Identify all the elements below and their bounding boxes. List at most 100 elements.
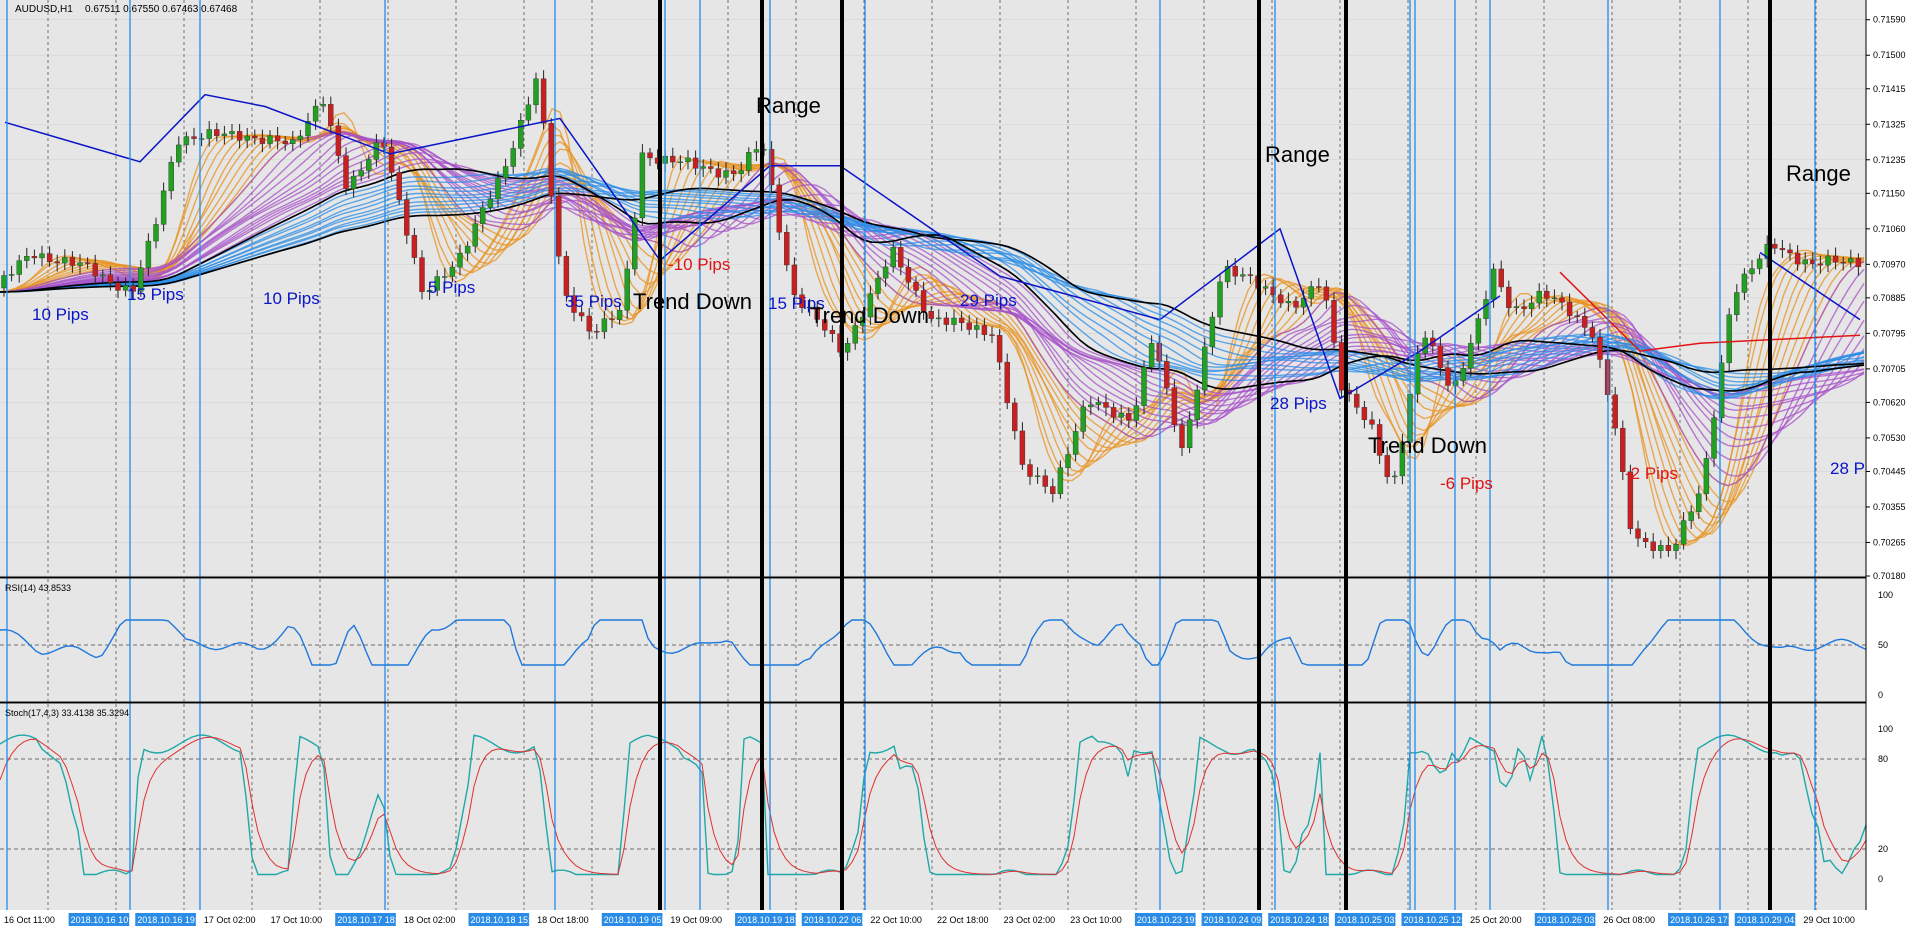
candle-body xyxy=(1528,302,1535,309)
candle-body xyxy=(1855,258,1862,268)
candle-body xyxy=(1133,405,1140,421)
candle-body xyxy=(898,247,904,268)
candle-body xyxy=(244,135,250,141)
candle-body xyxy=(1726,314,1732,364)
candle-body xyxy=(1749,268,1755,275)
time-tick-label: 19 Oct 09:00 xyxy=(670,915,722,925)
candle-body xyxy=(1308,286,1314,299)
time-tick-label: 22 Oct 10:00 xyxy=(870,915,922,925)
rsi-panel-background xyxy=(0,579,1866,701)
candle-body xyxy=(480,207,486,224)
price-tick-label: 0.70530 xyxy=(1873,433,1906,443)
candle-body xyxy=(1095,402,1102,406)
time-tick-label: 18 Oct 18:00 xyxy=(537,915,589,925)
candle-body xyxy=(1680,520,1687,545)
candle-body xyxy=(1126,413,1132,421)
time-tick-label: 2018.10.16 19:00 xyxy=(137,915,207,925)
candle-body xyxy=(396,172,402,200)
chart-annotation: 10 Pips xyxy=(32,305,89,324)
candle-body xyxy=(419,257,425,292)
candle-body xyxy=(77,262,83,266)
candle-body xyxy=(1110,407,1117,418)
candle-body xyxy=(738,170,744,175)
trading-chart[interactable]: 10 Pips 15 Pips 10 Pips 5 Pips 35 Pips -10 Pi… xyxy=(0,0,1914,936)
candle-body xyxy=(616,310,623,320)
candle-body xyxy=(1057,467,1064,495)
price-tick-label: 0.70885 xyxy=(1873,293,1906,303)
candle-body xyxy=(1065,454,1071,468)
candle-body xyxy=(8,274,15,276)
candle-body xyxy=(1772,243,1778,249)
candle-body xyxy=(1445,367,1451,386)
candle-body xyxy=(464,245,471,254)
chart-annotation: Range xyxy=(1786,161,1851,186)
candle-body xyxy=(958,317,965,323)
chart-annotation: 28 Pips xyxy=(1270,394,1327,413)
candle-body xyxy=(784,232,790,266)
candle-body xyxy=(1779,248,1786,251)
stoch-label: Stoch(17,4,3) 33.4138 35.3294 xyxy=(5,708,129,718)
candle-body xyxy=(943,317,950,325)
candle-body xyxy=(46,253,53,263)
chart-annotation: 35 Pips xyxy=(565,292,622,311)
candle-body xyxy=(586,315,592,332)
candle-body xyxy=(951,317,957,325)
candle-body xyxy=(1559,297,1565,303)
candle-body xyxy=(1232,265,1238,277)
candle-body xyxy=(214,129,220,136)
candle-body xyxy=(145,240,152,268)
candle-body xyxy=(974,325,980,330)
time-tick-label: 2018.10.24 09:00 xyxy=(1204,915,1274,925)
candle-body xyxy=(518,119,524,149)
candle-body xyxy=(556,195,562,257)
candle-body xyxy=(1202,346,1208,391)
rsi-tick-label: 0 xyxy=(1878,690,1883,700)
price-tick-label: 0.70970 xyxy=(1873,259,1906,269)
time-tick-label: 23 Oct 10:00 xyxy=(1070,915,1122,925)
candle-body xyxy=(31,256,38,259)
candle-body xyxy=(1840,261,1846,264)
price-tick-label: 0.70705 xyxy=(1873,364,1906,374)
candle-body xyxy=(670,155,676,163)
time-tick-label: 2018.10.25 03:0 xyxy=(1337,915,1402,925)
candle-body xyxy=(1635,528,1641,539)
candle-body xyxy=(343,155,349,189)
candle-body xyxy=(791,264,798,295)
candle-body xyxy=(563,256,570,296)
candle-body xyxy=(1338,342,1345,391)
time-tick-label: 2018.10.24 18:0 xyxy=(1270,915,1335,925)
candle-body xyxy=(609,318,615,320)
candle-body xyxy=(183,136,190,146)
time-tick-label: 2018.10.22 06:00 xyxy=(804,915,874,925)
candle-body xyxy=(1194,389,1200,421)
candle-body xyxy=(875,277,881,294)
time-tick-label: 2018.10.16 10:0 xyxy=(71,915,136,925)
price-tick-label: 0.71235 xyxy=(1873,155,1906,165)
price-panel-background xyxy=(0,0,1866,576)
time-tick-label: 22 Oct 18:00 xyxy=(937,915,989,925)
candle-body xyxy=(107,274,114,284)
candle-body xyxy=(358,170,364,177)
candle-body xyxy=(282,140,288,145)
candle-body xyxy=(647,152,653,159)
candle-body xyxy=(1278,294,1284,304)
candle-body xyxy=(69,257,76,266)
time-tick-label: 2018.10.19 05:00 xyxy=(604,915,674,925)
candle-body xyxy=(525,104,532,121)
candle-body xyxy=(1369,419,1375,425)
candle-body xyxy=(1027,464,1033,477)
candle-body xyxy=(723,170,729,178)
candle-body xyxy=(1536,290,1542,304)
candle-body xyxy=(54,261,60,264)
candle-body xyxy=(191,136,197,139)
candle-body xyxy=(913,282,919,291)
candle-body xyxy=(1597,337,1603,360)
chart-annotation: 15 Pips xyxy=(127,285,184,304)
candle-body xyxy=(1490,268,1497,300)
stoch-tick-label: 80 xyxy=(1878,754,1888,764)
candle-body xyxy=(1179,424,1185,448)
chart-annotation: Range xyxy=(756,93,821,118)
candle-body xyxy=(594,330,600,333)
chart-annotation: 5 Pips xyxy=(428,278,475,297)
time-tick-label: 23 Oct 02:00 xyxy=(1004,915,1056,925)
